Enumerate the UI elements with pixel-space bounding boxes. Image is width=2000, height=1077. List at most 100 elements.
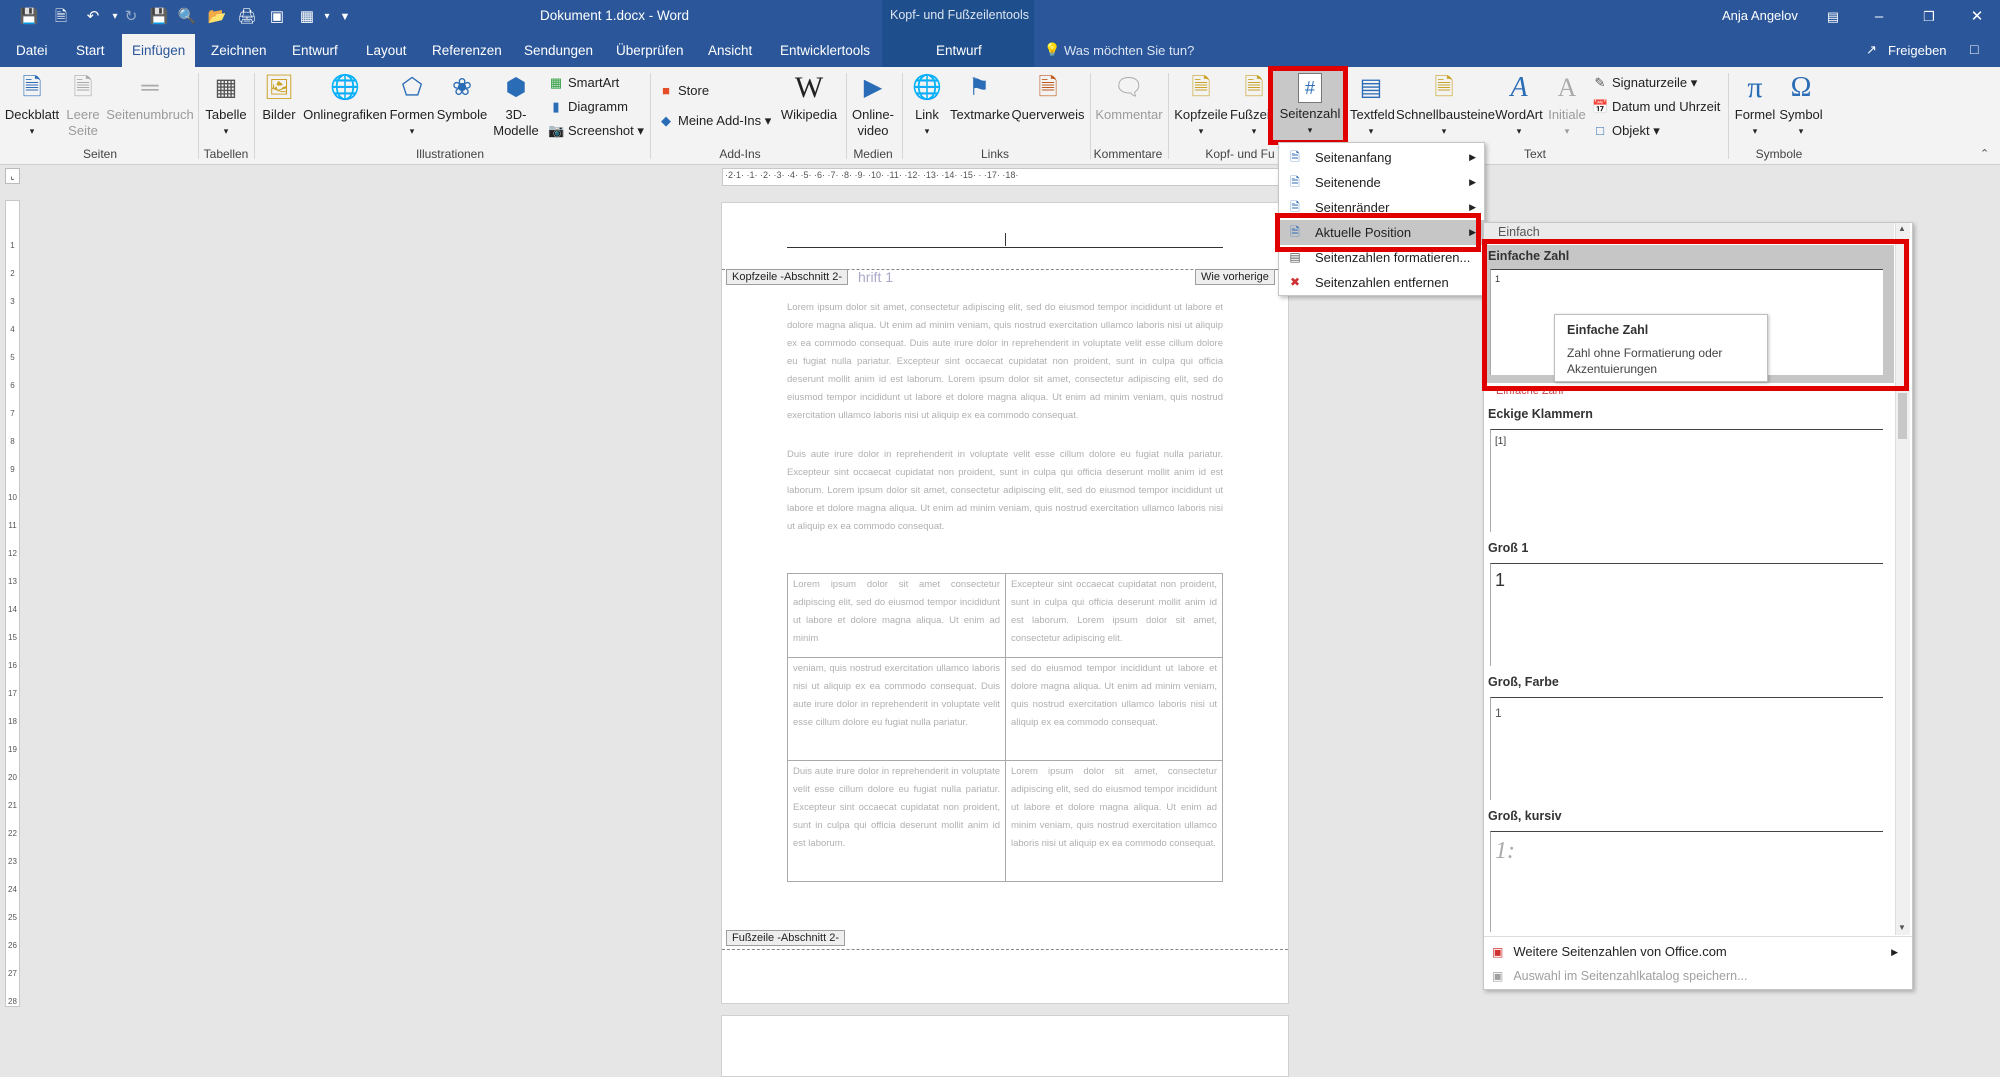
gallery-item-eckige-klammern[interactable]: Eckige Klammern [1] [1484,403,1894,533]
user-name[interactable]: Anja Angelov [1722,8,1798,23]
wikipedia-button[interactable]: W Wikipedia [778,72,840,123]
table-cell[interactable]: sed do eiusmod tempor incididunt ut labo… [1005,657,1223,761]
tab-entwurf[interactable]: Entwurf [284,34,346,67]
group-symbole: Symbole [1755,147,1803,161]
open-icon[interactable]: 📂 [206,7,228,27]
save-selection-link[interactable]: ▣ Auswahl im Seitenzahlkatalog speichern.… [1492,965,1902,987]
vertical-ruler[interactable]: 1 2 3 4 5 6 7 8 9 10 11 12 13 14 15 16 17 18 19 20 21 22 23 24 2… [5,200,20,1007]
more-page-numbers-link[interactable]: ▣ Weitere Seitenzahlen von Office.com ▶ [1492,941,1902,963]
querverweis-button[interactable]: 🗎 Querverweis [1008,72,1088,123]
layout-icon[interactable]: ▣ [266,7,288,27]
datum-uhrzeit-button[interactable]: 📅 Datum und Uhrzeit [1592,96,1720,118]
save-icon[interactable]: 💾 [18,7,40,27]
new-document-icon[interactable]: 🗎 [50,7,72,27]
diagramm-button[interactable]: ▮ Diagramm [548,96,628,118]
tab-ueberpruefen[interactable]: Überprüfen [608,34,692,67]
signaturzeile-button[interactable]: ✎ Signaturzeile ▾ [1592,72,1698,94]
table-cell[interactable]: Duis aute irure dolor in reprehenderit i… [787,760,1006,882]
tab-zeichnen[interactable]: Zeichnen [203,34,275,67]
share-icon[interactable]: ↗ [1866,42,1877,58]
tab-start[interactable]: Start [68,34,113,67]
tab-datei[interactable]: Datei [8,34,56,67]
scroll-up-icon[interactable]: ▲ [1898,224,1906,233]
formen-button[interactable]: ⬠ Formen ▾ [388,72,436,139]
comment-icon[interactable]: □ [1970,41,1978,57]
wordart-button[interactable]: A WordArt ▾ [1494,72,1544,139]
screenshot-button[interactable]: 📷 Screenshot ▾ [548,120,644,142]
deckblatt-button[interactable]: 🗎 Deckblatt ▾ [4,72,60,139]
gallery-item-gross-farbe[interactable]: Groß, Farbe 1 [1484,671,1894,801]
scroll-thumb[interactable] [1898,393,1907,439]
save-as-icon[interactable]: 💾 [148,7,170,27]
object-icon: □ [1596,123,1604,138]
initiale-button[interactable]: A Initiale ▾ [1546,72,1588,139]
kopfzeile-button[interactable]: 🗎 Kopfzeile ▾ [1172,72,1230,139]
close-icon[interactable]: ✕ [1966,7,1988,27]
menu-item-seitenende[interactable]: 🗎 Seitenende ▶ [1279,170,1484,195]
3d-modelle-button[interactable]: ⬢ 3D- Modelle [488,72,544,139]
print-icon[interactable]: 🖨 [236,7,258,27]
tab-sendungen[interactable]: Sendungen [516,34,601,67]
tell-me-icon[interactable]: 💡 [1044,42,1060,58]
store-icon: ■ [662,83,670,98]
document-table[interactable]: Lorem ipsum dolor sit amet consectetur a… [787,573,1223,882]
symbole-button[interactable]: ❀ Symbole [436,72,488,123]
wordart-icon: A [1510,72,1528,103]
onlinevideo-button[interactable]: ▶ Online-video [850,72,896,139]
footer-section-tag[interactable]: Fußzeile -Abschnitt 2- [726,930,845,946]
tabelle-button[interactable]: ▦ Tabelle ▾ [202,72,250,139]
bilder-button[interactable]: 🖼 Bilder [258,72,300,123]
group-text: Text [1523,147,1546,161]
minimize-icon[interactable]: – [1868,7,1890,27]
table-icon[interactable]: ▦ [296,7,318,27]
tell-me-box[interactable]: Was möchten Sie tun? [1064,43,1194,58]
scroll-down-icon[interactable]: ▼ [1898,923,1906,932]
textmarke-button[interactable]: ⚑ Textmarke [950,72,1010,123]
onlinegrafiken-button[interactable]: 🌐 Onlinegrafiken [302,72,388,123]
store-button[interactable]: ■ Store [658,80,709,102]
undo-icon[interactable]: ↶ [82,7,104,27]
gallery-item-gross-kursiv[interactable]: Groß, kursiv 1: [1484,805,1894,933]
tab-einfuegen[interactable]: Einfügen [122,34,196,67]
kommentar-button[interactable]: 🗨 Kommentar [1092,72,1166,123]
ribbon-display-icon[interactable]: ▤ [1822,7,1844,27]
formel-button[interactable]: π Formel ▾ [1732,72,1778,139]
menu-item-entfernen[interactable]: ✖ Seitenzahlen entfernen [1279,270,1484,295]
tab-referenzen[interactable]: Referenzen [424,34,510,67]
symbol-button[interactable]: Ω Symbol ▾ [1778,72,1824,139]
tab-selector[interactable]: ⌞ [5,168,20,184]
smartart-button[interactable]: ▦ SmartArt [548,72,619,94]
tab-ansicht[interactable]: Ansicht [700,34,760,67]
restore-icon[interactable]: ❐ [1918,7,1940,27]
table-cell[interactable]: Excepteur sint occaecat cupidatat non pr… [1005,573,1223,658]
meine-addins-button[interactable]: ◆ Meine Add-Ins ▾ [658,110,771,132]
header-section-tag[interactable]: Kopfzeile -Abschnitt 2- [726,269,849,285]
leere-seite-button[interactable]: 🗎 Leere Seite [62,72,104,139]
customize-qat-icon[interactable]: ▼ [334,7,356,27]
link-button[interactable]: 🌐 Link ▾ [906,72,948,139]
seitenumbruch-button[interactable]: ═ Seitenumbruch [106,72,194,123]
collapse-ribbon-icon[interactable]: ⌃ [1980,147,1989,160]
redo-icon[interactable]: ↻ [120,7,142,27]
table-cell[interactable]: Lorem ipsum dolor sit amet, consectetur … [1005,760,1223,882]
share-button[interactable]: Freigeben [1888,43,1947,58]
table-cell[interactable]: veniam, quis nostrud exercitation ullamc… [787,657,1006,761]
save-gallery-icon: ▣ [1492,969,1504,983]
horizontal-ruler[interactable]: ·2·1· ·1· ·2· ·3· ·4· ·5· ·6· ·7· ·8· ·9… [722,168,1289,186]
tab-layout[interactable]: Layout [358,34,415,67]
schnellbausteine-button[interactable]: 🗎 Schnellbausteine ▾ [1396,72,1495,139]
tab-context-entwurf[interactable]: Entwurf [928,34,990,67]
textfeld-button[interactable]: ▤ Textfeld ▾ [1350,72,1395,139]
group-seiten: Seiten [82,147,118,161]
document-page-2[interactable] [721,1015,1289,1077]
objekt-button[interactable]: □ Objekt ▾ [1592,120,1660,142]
gallery-item-gross-1[interactable]: Groß 1 1 [1484,537,1894,667]
window-title: Dokument 1.docx - Word [540,8,690,23]
ruler-number: 18 [8,717,17,726]
table-cell[interactable]: Lorem ipsum dolor sit amet consectetur a… [787,573,1006,658]
menu-item-seitenanfang[interactable]: 🗎 Seitenanfang ▶ [1279,145,1484,170]
document-page[interactable]: Kopfzeile -Abschnitt 2- hrift 1 Wie vorh… [721,202,1289,1004]
link-to-previous-tag[interactable]: Wie vorherige [1195,269,1275,285]
tab-entwicklertools[interactable]: Entwicklertools [772,34,878,67]
print-preview-icon[interactable]: 🔍 [176,7,198,27]
